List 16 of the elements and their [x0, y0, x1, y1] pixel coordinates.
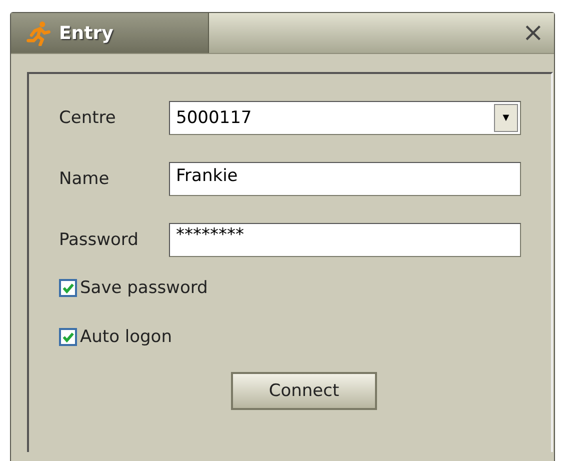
- checkbox-label: Auto logon: [80, 327, 172, 347]
- password-field[interactable]: ********: [169, 223, 521, 257]
- checkbox[interactable]: [59, 328, 77, 346]
- checkbox[interactable]: [59, 279, 77, 297]
- connect-button[interactable]: Connect: [231, 372, 377, 410]
- field-label: Name: [59, 169, 110, 189]
- centre-dropdown[interactable]: 5000117 ▼: [169, 101, 521, 135]
- dropdown-button[interactable]: ▼: [494, 104, 518, 132]
- field-label: Centre: [59, 108, 117, 128]
- field-label: Password: [59, 230, 140, 250]
- window-title: Entry: [59, 22, 114, 44]
- close-button[interactable]: ×: [512, 13, 554, 53]
- checkbox-label: Save password: [80, 278, 208, 298]
- input-field[interactable]: Frankie: [169, 162, 521, 196]
- running-figure-icon: [25, 20, 51, 46]
- dropdown-value: 5000117: [176, 108, 252, 128]
